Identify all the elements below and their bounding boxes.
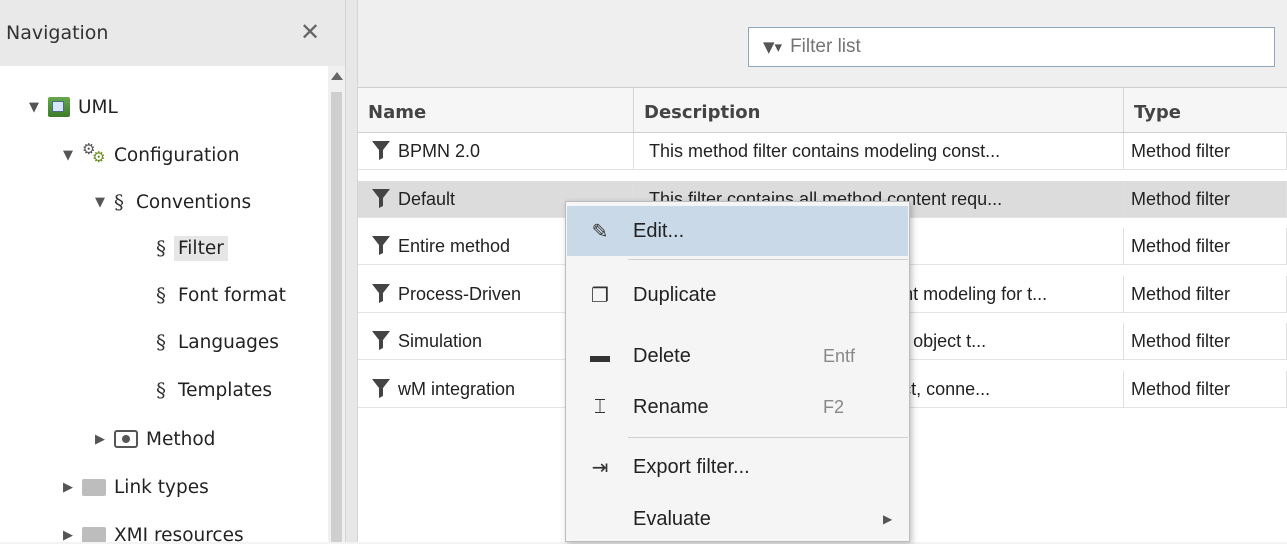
tree-item-conventions[interactable]: ▼ § Conventions [90,187,251,217]
menu-item-label: Export filter... [633,455,750,478]
menu-item-label: Evaluate [633,507,711,530]
duplicate-icon: ❐ [591,284,609,307]
table-row[interactable]: BPMN 2.0 This method filter contains mode… [358,133,1287,170]
tree-item-label: Filter [174,235,228,261]
column-header-description[interactable]: Description [634,88,1124,132]
tree-item-filter[interactable]: § Filter [156,233,228,263]
menu-item-delete[interactable]: ▬ Delete Entf [567,331,908,381]
navigation-tree: ▼ UML ▼ Configuration ▼ § Conventions § … [0,66,328,542]
menu-item-label: Delete [633,344,691,367]
tree-item-label: Font format [178,284,286,306]
cell-type: Method filter [1124,323,1287,360]
column-header-name[interactable]: Name [358,88,634,132]
cell-name-text: Simulation [398,331,483,351]
tree-item-label: Languages [178,331,279,353]
chevron-down-icon[interactable]: ▼ [24,100,44,115]
chevron-right-icon[interactable]: ▶ [58,528,78,543]
toolbar: ▼▾ [358,0,1287,88]
filter-icon [372,331,390,351]
chevron-down-icon[interactable]: ▼ [58,148,78,163]
tree-item-languages[interactable]: § Languages [156,327,279,357]
filter-funnel-icon[interactable]: ▼▾ [763,38,782,56]
panel-splitter[interactable] [345,0,358,542]
tree-item-configuration[interactable]: ▼ Configuration [58,140,239,170]
tree-item-label: Configuration [114,144,240,166]
menu-separator [628,437,908,438]
cell-name: BPMN 2.0 [358,133,634,170]
close-icon[interactable]: ✕ [300,18,320,46]
section-icon: § [156,236,166,260]
menu-item-label: Rename [633,395,709,418]
cell-name-text: Process-Driven [398,283,522,304]
filter-icon [372,283,390,303]
column-header-type[interactable]: Type [1124,88,1287,132]
menu-item-edit[interactable]: ✎ Edit... [567,206,908,256]
section-icon: § [156,378,166,402]
filter-input[interactable] [788,35,1233,59]
scroll-up-icon[interactable] [331,72,343,80]
method-icon [114,430,138,448]
shortcut-label: F2 [823,396,845,417]
tree-item-label: Link types [114,476,209,498]
menu-item-rename[interactable]: ⌶ Rename F2 [567,382,908,432]
menu-separator [628,259,908,260]
table-header: Name Description Type [358,88,1287,133]
section-icon: § [156,330,166,354]
menu-item-duplicate[interactable]: ❐ Duplicate [567,270,908,320]
shortcut-label: Entf [823,345,856,366]
tree-item-xmi-resources[interactable]: ▶ XMI resources [58,520,244,542]
filter-icon [372,236,390,256]
folder-icon [82,526,106,542]
tree-item-label: XMI resources [114,524,244,543]
navigation-panel: Navigation ✕ ▼ UML ▼ Configuration ▼ § C… [0,0,345,542]
chevron-right-icon[interactable]: ▶ [90,432,110,447]
tree-item-font-format[interactable]: § Font format [156,280,286,310]
menu-item-label: Edit... [633,219,685,242]
cell-type: Method filter [1124,275,1287,313]
tree-item-label: Method [146,428,216,450]
rename-icon: ⌶ [594,395,606,418]
tree-item-label: UML [78,96,118,118]
menu-item-evaluate[interactable]: Evaluate ▶ [567,494,908,544]
cell-type: Method filter [1124,228,1287,265]
scrollbar-thumb[interactable] [331,92,342,542]
cell-description: This method filter contains modeling con… [634,133,1124,170]
cell-type: Method filter [1124,180,1287,218]
cell-type: Method filter [1124,133,1287,170]
filter-icon [372,188,390,208]
tree-item-method[interactable]: ▶ Method [90,424,215,454]
export-icon: ⇥ [591,456,609,479]
tree-item-link-types[interactable]: ▶ Link types [58,472,209,502]
cell-name-text: BPMN 2.0 [398,141,481,161]
pencil-icon: ✎ [591,220,609,243]
tree-item-label: Conventions [136,191,252,213]
navigation-scrollbar[interactable] [328,66,345,542]
chevron-down-icon[interactable]: ▼ [90,195,110,210]
cell-name-text: Default [398,188,456,209]
filter-icon [372,378,390,398]
configuration-icon [82,140,106,166]
cell-name-text: Entire method [398,236,511,256]
cell-type: Method filter [1124,370,1287,408]
tree-item-label: Templates [178,379,273,401]
navigation-header: Navigation ✕ [0,0,345,67]
folder-icon [82,478,106,496]
menu-item-export-filter[interactable]: ⇥ Export filter... [567,442,908,492]
context-menu: ✎ Edit... ❐ Duplicate ▬ Delete Entf ⌶ Re… [565,201,910,542]
tree-item-templates[interactable]: § Templates [156,375,272,405]
submenu-arrow-icon: ▶ [883,512,893,526]
menu-item-label: Duplicate [633,283,717,306]
cell-name-text: wM integration [398,378,516,399]
trash-icon: ▬ [590,344,610,367]
navigation-title: Navigation [6,22,109,44]
section-icon: § [114,190,124,214]
uml-icon [48,97,70,117]
tree-item-uml[interactable]: ▼ UML [24,92,118,122]
filter-icon [372,141,390,161]
filter-box[interactable]: ▼▾ [748,27,1275,67]
chevron-right-icon[interactable]: ▶ [58,480,78,495]
section-icon: § [156,283,166,307]
